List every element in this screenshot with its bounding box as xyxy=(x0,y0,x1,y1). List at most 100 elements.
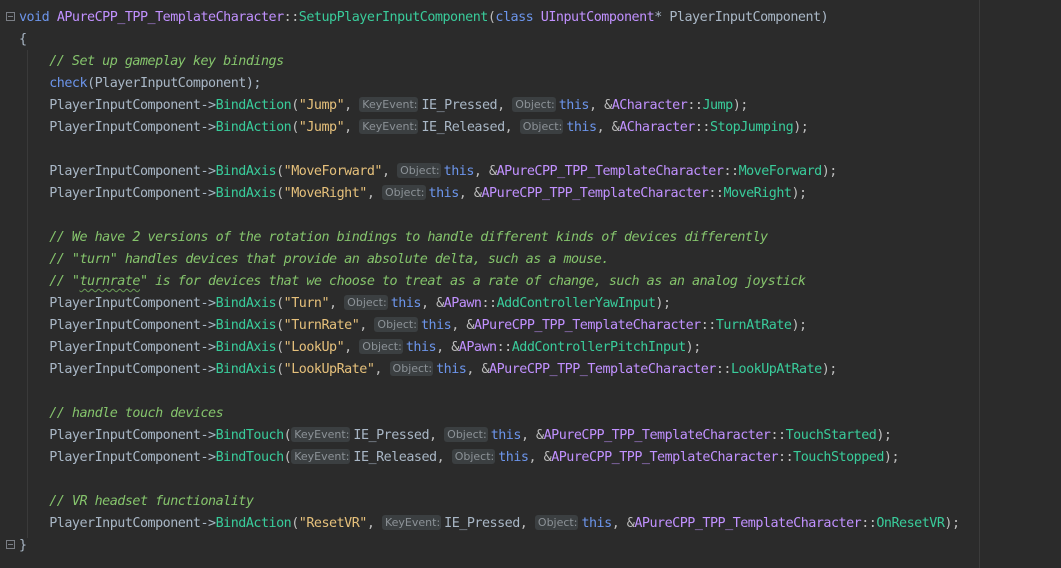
code-string: "Jump" xyxy=(298,120,345,135)
code-punctuation: , xyxy=(504,120,520,135)
code-function-name: BindAxis xyxy=(215,340,277,355)
code-punctuation: ( xyxy=(276,186,284,201)
parameter-hint: KeyEvent: xyxy=(291,449,351,464)
code-punctuation: ( xyxy=(276,340,284,355)
code-line[interactable]: } xyxy=(19,535,960,557)
code-line[interactable]: // handle touch devices xyxy=(19,403,960,425)
code-punctuation: ( xyxy=(276,362,284,377)
code-punctuation: , xyxy=(359,318,375,333)
code-string: "Turn" xyxy=(283,296,330,311)
code-text: PlayerInputComponent-> xyxy=(19,164,216,179)
fold-collapse-icon[interactable] xyxy=(6,12,15,21)
code-text: PlayerInputComponent-> xyxy=(19,318,216,333)
code-line[interactable]: check(PlayerInputComponent); xyxy=(19,73,960,95)
code-function-name: BindTouch xyxy=(215,450,285,465)
code-string: "LookUp" xyxy=(283,340,345,355)
fold-end-icon[interactable] xyxy=(6,540,15,549)
code-function-name: BindTouch xyxy=(215,428,285,443)
code-line[interactable] xyxy=(19,469,960,491)
code-punctuation: :: xyxy=(723,164,739,179)
code-keyword: this xyxy=(405,340,437,355)
code-keyword: class xyxy=(495,10,541,25)
code-punctuation: , & xyxy=(436,340,459,355)
code-function-name: TurnAtRate xyxy=(715,318,792,333)
code-punctuation: ( xyxy=(283,428,292,443)
code-line[interactable]: void APureCPP_TPP_TemplateCharacter::Set… xyxy=(19,7,960,29)
parameter-hint: Object: xyxy=(397,163,441,178)
code-function-name: BindAction xyxy=(215,516,292,531)
code-line[interactable]: PlayerInputComponent->BindAxis("MoveRigh… xyxy=(19,183,960,205)
code-line[interactable] xyxy=(19,381,960,403)
code-line[interactable] xyxy=(19,205,960,227)
code-comment: // handle touch devices xyxy=(19,406,224,421)
code-text: * PlayerInputComponent) xyxy=(654,10,829,25)
code-punctuation: , & xyxy=(596,120,620,135)
code-line[interactable]: { xyxy=(19,29,960,51)
code-comment: // VR headset functionality xyxy=(19,494,254,509)
code-line[interactable]: PlayerInputComponent->BindAxis("Turn", O… xyxy=(19,293,960,315)
code-punctuation: ( xyxy=(276,318,284,333)
parameter-hint: Object: xyxy=(359,339,403,354)
code-punctuation: , & xyxy=(420,296,444,311)
code-class-name: APureCPP_TPP_TemplateCharacter xyxy=(634,516,862,531)
code-text: IE_Pressed xyxy=(353,428,430,443)
code-line[interactable]: // "turnrate" is for devices that we cho… xyxy=(19,271,960,293)
code-keyword: this xyxy=(420,318,452,333)
code-class-name: APawn xyxy=(458,340,497,355)
code-comment: // "turn" handles devices that provide a… xyxy=(19,252,609,267)
parameter-hint: Object: xyxy=(444,427,488,442)
code-function-name: LookUpAtRate xyxy=(731,362,822,377)
code-punctuation: ( xyxy=(291,120,299,135)
code-text: PlayerInputComponent-> xyxy=(19,98,216,113)
code-line[interactable]: PlayerInputComponent->BindAxis("LookUp",… xyxy=(19,337,960,359)
code-function-name: TouchStopped xyxy=(793,450,884,465)
code-punctuation: , & xyxy=(451,318,474,333)
code-line[interactable]: // We have 2 versions of the rotation bi… xyxy=(19,227,960,249)
code-text: PlayerInputComponent-> xyxy=(19,186,216,201)
code-line[interactable]: PlayerInputComponent->BindAction("ResetV… xyxy=(19,513,960,535)
parameter-hint: KeyEvent: xyxy=(359,119,419,134)
code-text: PlayerInputComponent-> xyxy=(19,516,216,531)
code-keyword: check xyxy=(49,76,88,91)
code-class-name: UInputComponent xyxy=(540,10,655,25)
code-class-name: ACharacter xyxy=(619,120,695,135)
code-text: IE_Pressed xyxy=(421,98,498,113)
code-text: { xyxy=(19,32,27,47)
parameter-hint: Object: xyxy=(344,295,388,310)
code-keyword: this xyxy=(443,164,475,179)
code-line[interactable]: // Set up gameplay key bindings xyxy=(19,51,960,73)
code-line[interactable] xyxy=(19,139,960,161)
code-keyword: this xyxy=(566,120,597,135)
code-keyword: this xyxy=(581,516,612,531)
code-text: } xyxy=(19,538,27,553)
code-keyword: this xyxy=(490,428,522,443)
code-string: "ResetVR" xyxy=(298,516,368,531)
code-punctuation: ); xyxy=(732,98,749,113)
right-margin-guide xyxy=(979,0,980,568)
code-line[interactable]: // "turn" handles devices that provide a… xyxy=(19,249,960,271)
code-comment: // We have 2 versions of the rotation bi… xyxy=(19,230,768,245)
code-punctuation: ); xyxy=(821,362,838,377)
code-function-name: StopJumping xyxy=(710,120,794,135)
code-editor[interactable]: void APureCPP_TPP_TemplateCharacter::Set… xyxy=(0,0,1061,568)
parameter-hint: Object: xyxy=(512,97,556,112)
code-class-name: APureCPP_TPP_TemplateCharacter xyxy=(489,362,716,377)
parameter-hint: Object: xyxy=(519,119,564,134)
code-line[interactable]: PlayerInputComponent->BindAxis("LookUpRa… xyxy=(19,359,960,381)
code-line[interactable]: PlayerInputComponent->BindAxis("TurnRate… xyxy=(19,315,960,337)
code-string: "LookUpRate" xyxy=(283,362,375,377)
code-line[interactable]: PlayerInputComponent->BindAxis("MoveForw… xyxy=(19,161,960,183)
code-class-name: APureCPP_TPP_TemplateCharacter xyxy=(496,164,724,179)
code-punctuation: :: xyxy=(496,340,513,355)
code-line[interactable]: PlayerInputComponent->BindTouch(KeyEvent… xyxy=(19,425,960,447)
code-punctuation: , & xyxy=(466,362,490,377)
code-line[interactable]: PlayerInputComponent->BindAction("Jump",… xyxy=(19,95,960,117)
code-line[interactable]: PlayerInputComponent->BindAction("Jump",… xyxy=(19,117,960,139)
code-lines[interactable]: void APureCPP_TPP_TemplateCharacter::Set… xyxy=(19,7,960,557)
parameter-hint: KeyEvent: xyxy=(291,427,351,442)
code-line[interactable]: PlayerInputComponent->BindTouch(KeyEvent… xyxy=(19,447,960,469)
code-line[interactable]: // VR headset functionality xyxy=(19,491,960,513)
code-punctuation: , & xyxy=(528,450,552,465)
code-function-name: BindAction xyxy=(215,120,292,135)
code-punctuation: ); xyxy=(883,450,900,465)
